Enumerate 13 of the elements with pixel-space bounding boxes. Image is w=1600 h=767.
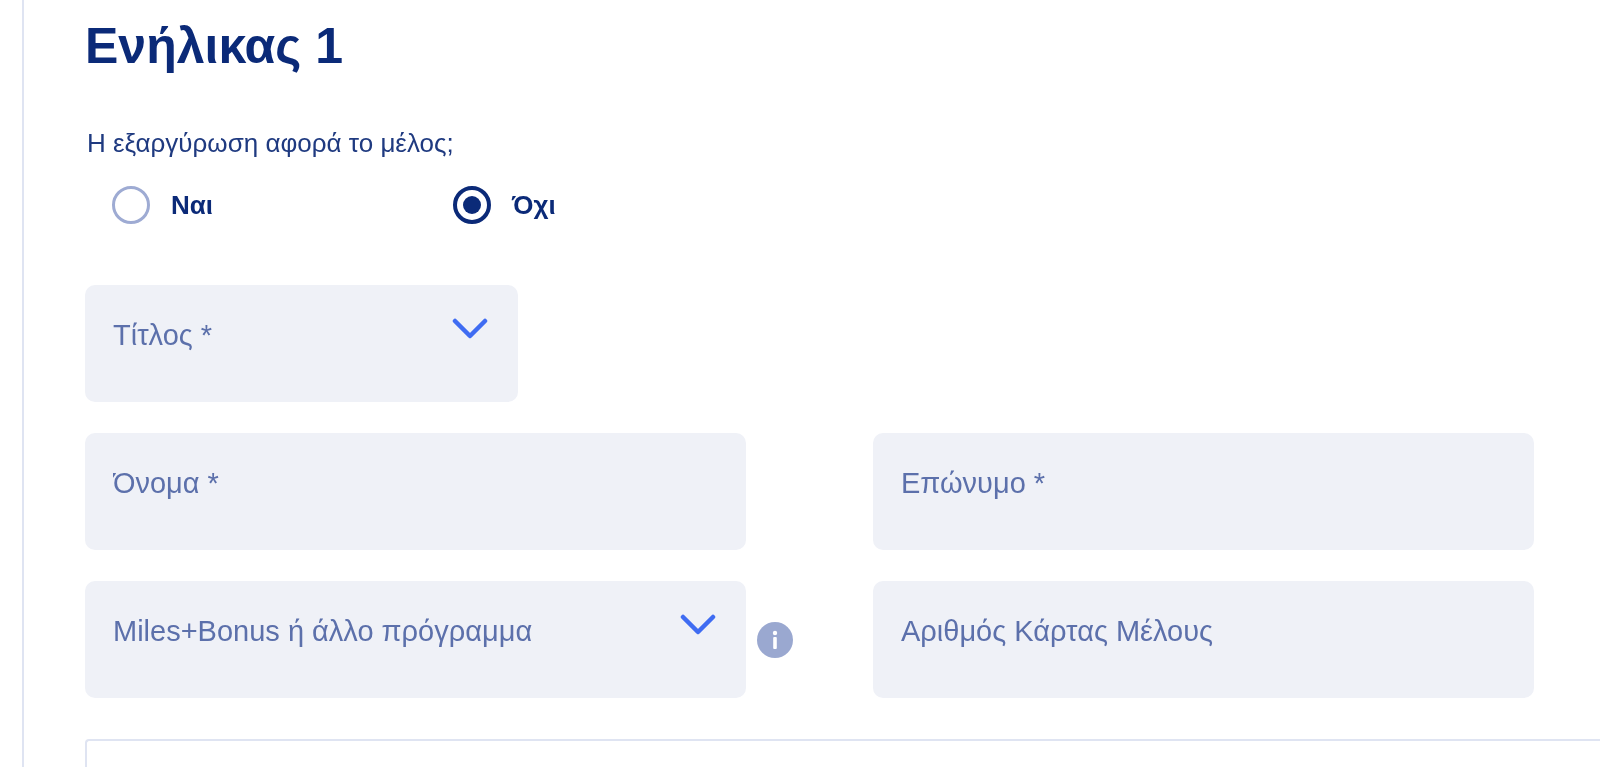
select-field[interactable]: Miles+Bonus ή άλλο πρόγραμμα	[85, 581, 746, 698]
radio-button[interactable]	[112, 186, 150, 224]
chevron-down-icon	[452, 317, 488, 340]
option-label[interactable]: Ναι	[171, 189, 213, 221]
info-icon[interactable]	[757, 621, 793, 658]
select-field[interactable]: Τίτλος *	[85, 285, 518, 402]
text-field[interactable]: Επώνυμο *	[873, 433, 1534, 550]
chevron-down-icon	[680, 613, 716, 636]
radio-button[interactable]	[453, 186, 491, 224]
option-label[interactable]: Όχι	[512, 189, 556, 221]
question-text: Η εξαργύρωση αφορά το μέλος;	[87, 127, 454, 159]
text-field[interactable]: Αριθμός Κάρτας Μέλους	[873, 581, 1534, 698]
section-heading: Ενήλικας 1	[85, 17, 344, 76]
